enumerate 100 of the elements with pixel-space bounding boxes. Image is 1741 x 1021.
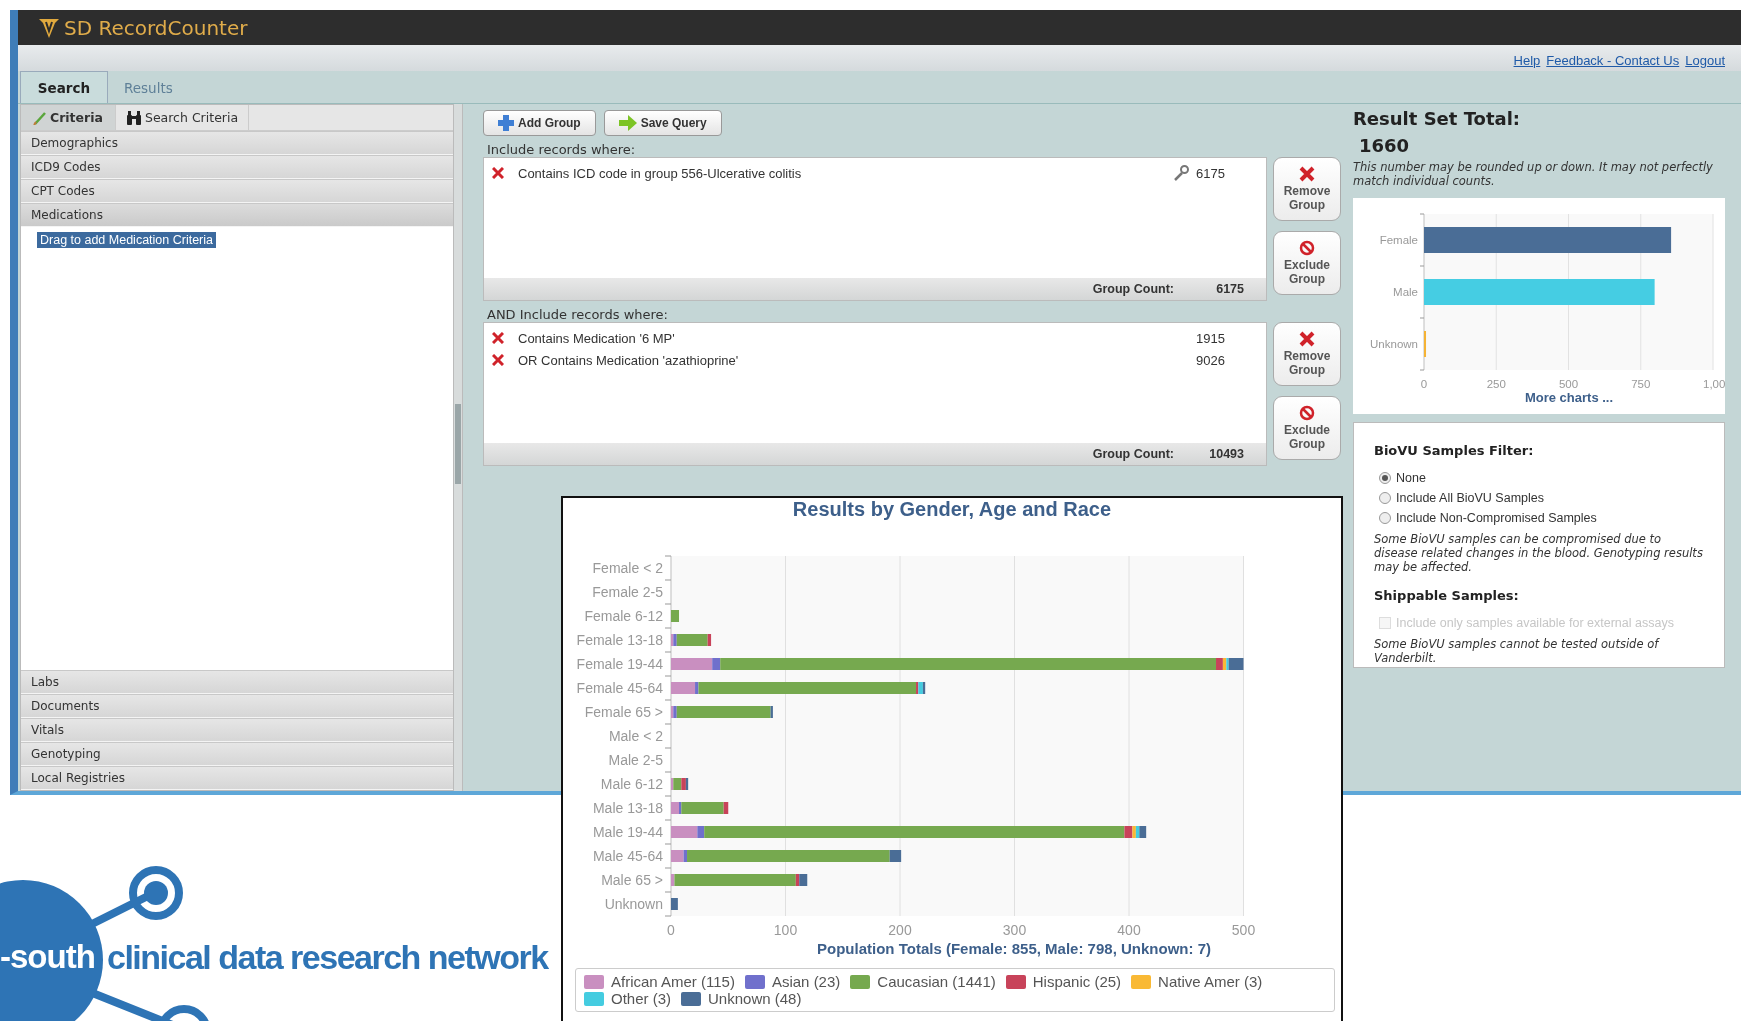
delete-icon	[1299, 166, 1315, 182]
logo-icon	[38, 16, 60, 39]
bar-segment	[671, 898, 678, 910]
criteria-item[interactable]: Drag to add Medication Criteria	[37, 232, 216, 248]
checkbox-label: Include only samples available for external assays	[1396, 616, 1674, 630]
sidebar-section[interactable]: Genotyping	[21, 742, 453, 766]
shippable-title: Shippable Samples:	[1374, 588, 1520, 603]
legend-label: Native Amer (3)	[1158, 973, 1263, 990]
legend-label: Hispanic (25)	[1032, 973, 1122, 990]
sidebar-section[interactable]: Medications	[21, 203, 453, 227]
axis-label: Male 2-5	[608, 752, 663, 768]
result-total-note: This number may be rounded up or down. It may not perfectly match individual counts.	[1353, 160, 1714, 188]
axis-title: Population Totals (Female: 855, Male: 798, Unknown: 7)	[817, 940, 1211, 957]
app-title: SD RecordCounter	[64, 15, 248, 40]
criterion-text: Contains ICD code in group 556-Ulcerative colitis	[518, 165, 803, 181]
criterion-count: 6175	[1196, 165, 1226, 181]
delete-icon[interactable]	[492, 332, 504, 344]
axis-label: Unknown	[604, 896, 663, 912]
legend-label: Unknown (48)	[708, 990, 802, 1007]
radio-label: None	[1396, 471, 1426, 485]
sidebar-section[interactable]: Documents	[21, 694, 453, 718]
tick-label: 0	[1420, 378, 1427, 390]
sidebar-section[interactable]: Local Registries	[21, 766, 453, 790]
result-total-value: 1660	[1358, 134, 1411, 158]
criterion-count: 1915	[1196, 330, 1226, 346]
wrench-icon[interactable]	[1173, 165, 1189, 181]
axis-label: Female 45-64	[576, 680, 663, 696]
tab[interactable]: Search	[20, 71, 108, 103]
prohibited-icon	[1299, 240, 1315, 256]
criterion-count: 9026	[1196, 352, 1226, 368]
group-count: 10493	[1208, 447, 1245, 461]
tick-label: 1,00	[1702, 378, 1725, 390]
tick-label: 400	[1117, 922, 1141, 938]
sidebar-section[interactable]: ICD9 Codes	[21, 155, 453, 179]
tick-label: 500	[1558, 378, 1578, 390]
pencil-icon	[33, 110, 47, 125]
axis-label: Unknown	[1369, 338, 1418, 350]
group-count-label: Group Count:	[1092, 282, 1174, 296]
axis-label: Male 19-44	[592, 824, 663, 840]
tick-label: 750	[1630, 378, 1650, 390]
axis-label: Male < 2	[608, 728, 663, 744]
sidebar-section[interactable]: CPT Codes	[21, 179, 453, 203]
radio-button[interactable]	[1379, 472, 1391, 484]
delete-icon[interactable]	[492, 167, 504, 179]
group-heading: AND Include records where:	[486, 306, 669, 322]
toolbar-button[interactable]: Save Query	[603, 110, 722, 136]
more-charts-link[interactable]: More charts ...	[1524, 390, 1614, 405]
delete-icon	[1299, 331, 1315, 347]
header-link[interactable]: Logout	[1685, 53, 1725, 68]
arrow-icon	[618, 115, 637, 131]
legend-label: Caucasian (1441)	[877, 973, 996, 990]
group-button[interactable]: Exclude Group	[1273, 396, 1341, 460]
sidebar-section[interactable]: Demographics	[21, 131, 453, 155]
axis-label: Male 45-64	[592, 848, 663, 864]
plus-icon	[498, 115, 514, 131]
sidebar-section[interactable]: Labs	[21, 670, 453, 694]
filter-note: Some BioVU samples can be compromised due to disease related changes in the blood. Genotyping results may be affected.	[1374, 532, 1704, 574]
radio-button[interactable]	[1379, 512, 1391, 524]
radio-label: Include All BioVU Samples	[1396, 491, 1544, 505]
legend-label: African Amer (115)	[611, 973, 735, 990]
tick-label: 300	[1002, 922, 1027, 938]
toolbar-button[interactable]: Add Group	[483, 110, 596, 136]
criterion-text: Contains Medication '6 MP'	[518, 330, 676, 346]
header-link[interactable]: Help	[1513, 53, 1541, 68]
logo-text: -south	[0, 938, 95, 976]
axis-label: Female < 2	[592, 560, 663, 576]
tick-label: 0	[667, 922, 675, 938]
group-button[interactable]: Exclude Group	[1273, 231, 1341, 295]
legend-label: Asian (23)	[771, 973, 841, 990]
group-button[interactable]: Remove Group	[1273, 157, 1341, 221]
result-total-title: Result Set Total:	[1353, 108, 1522, 129]
prohibited-icon	[1299, 405, 1315, 421]
axis-label: Male 6-12	[600, 776, 663, 792]
delete-icon[interactable]	[492, 354, 504, 366]
bar-segment	[671, 610, 679, 622]
header-link[interactable]: Feedback - Contact Us	[1546, 53, 1680, 68]
group-button[interactable]: Remove Group	[1273, 322, 1341, 386]
axis-label: Female 65 >	[584, 704, 663, 720]
sidebar-tab[interactable]: Criteria	[21, 105, 116, 130]
tick-label: 100	[773, 922, 798, 938]
group-count-label: Group Count:	[1092, 447, 1174, 461]
tick-label: 500	[1231, 922, 1256, 938]
axis-label: Female 2-5	[592, 584, 663, 600]
legend-label: Other (3)	[611, 990, 671, 1007]
sidebar-tab[interactable]: Search Criteria	[115, 105, 250, 130]
radio-button[interactable]	[1379, 492, 1391, 504]
axis-label: Female 6-12	[584, 608, 663, 624]
axis-label: Male	[1392, 286, 1418, 298]
axis-label: Female	[1379, 234, 1418, 246]
axis-label: Female 13-18	[576, 632, 663, 648]
axis-label: Male 65 >	[601, 872, 663, 888]
binoculars-icon	[125, 110, 142, 125]
tick-label: 250	[1486, 378, 1506, 390]
filter-title: BioVU Samples Filter:	[1374, 443, 1535, 458]
criterion-text: OR Contains Medication 'azathioprine'	[518, 352, 740, 368]
axis-label: Male 13-18	[592, 800, 663, 816]
sidebar-section[interactable]: Vitals	[21, 718, 453, 742]
scrollbar[interactable]	[455, 404, 461, 484]
tick-label: 200	[888, 922, 912, 938]
axis-label: Female 19-44	[576, 656, 663, 672]
